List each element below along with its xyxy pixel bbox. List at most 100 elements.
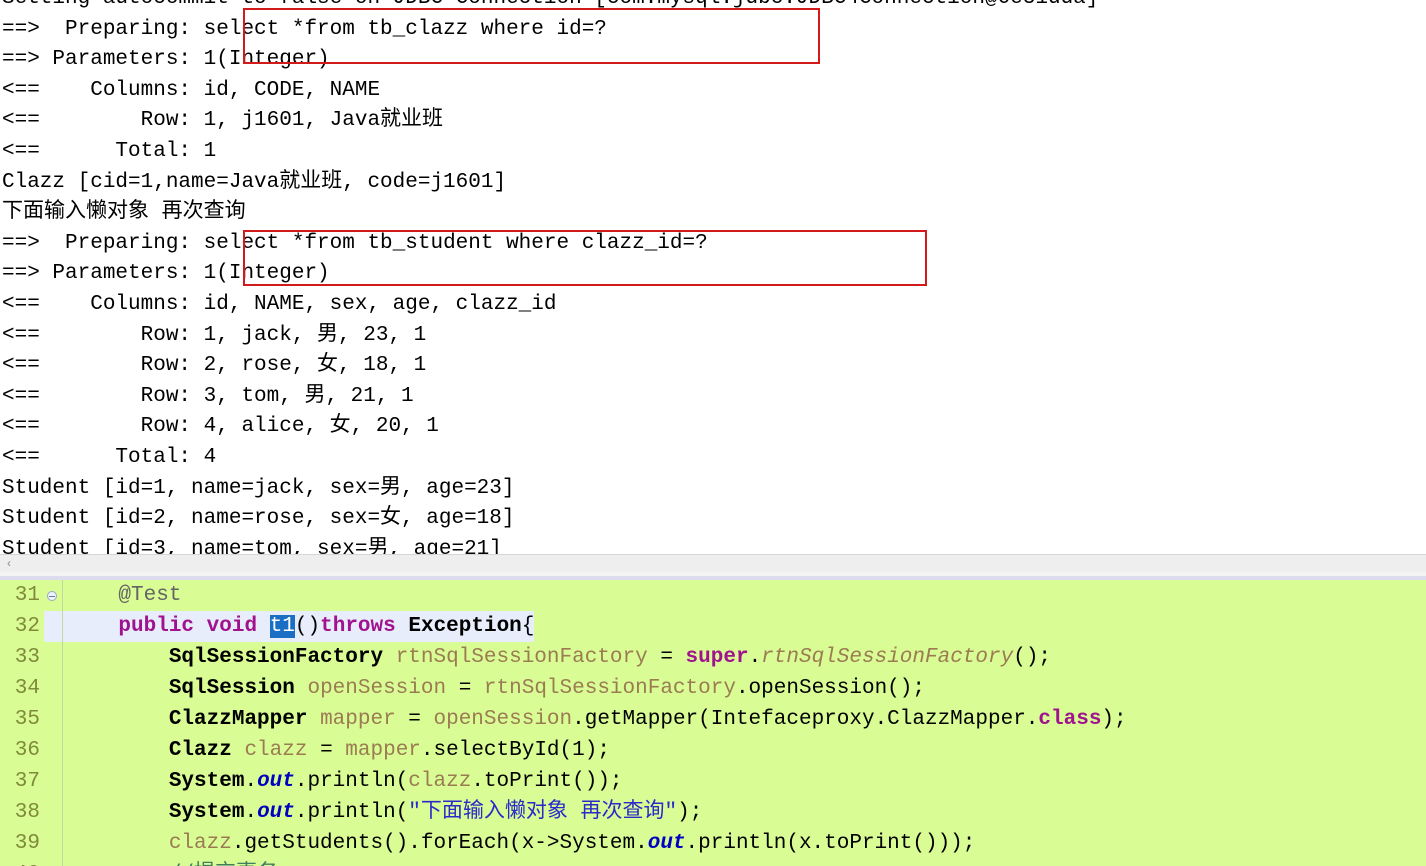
variable-rtnsqlsessionfactory: rtnSqlSessionFactory — [395, 646, 648, 669]
annotation-token: @Test — [68, 584, 182, 607]
code-line[interactable]: 33 SqlSessionFactory rtnSqlSessionFactor… — [0, 642, 1426, 673]
gutter-pad — [44, 735, 62, 766]
console-line: ==> Preparing: select *from tb_clazz whe… — [2, 17, 620, 41]
type-system: System — [168, 801, 245, 824]
field-out: out — [257, 770, 295, 793]
code-text[interactable]: clazz.getStudents().forEach(x->System.ou… — [63, 828, 976, 859]
assign-op: = — [446, 677, 484, 700]
console-line: ==> Preparing: select *from tb_student w… — [2, 231, 721, 255]
type-sqlsession: SqlSession — [168, 677, 295, 700]
variable-mapper-ref: mapper — [345, 739, 421, 762]
line-number[interactable]: 34 — [0, 673, 42, 704]
variable-mapper: mapper — [320, 708, 396, 731]
code-text[interactable]: SqlSession openSession = rtnSqlSessionFa… — [63, 673, 925, 704]
code-line[interactable]: 31 @Test — [0, 580, 1426, 611]
code-line[interactable]: 34 SqlSession openSession = rtnSqlSessio… — [0, 673, 1426, 704]
call-end: ); — [677, 801, 703, 824]
variable-opensession: openSession — [307, 677, 447, 700]
line-number[interactable]: 40 — [0, 859, 42, 866]
console-horizontal-scrollbar[interactable]: ‹ — [0, 554, 1426, 572]
code-editor-pane[interactable]: 31 @Test 32 public void t1()throws Excep… — [0, 580, 1426, 866]
code-line[interactable]: 39 clazz.getStudents().forEach(x->System… — [0, 828, 1426, 859]
console-line: <== Total: 1 — [2, 139, 217, 163]
console-line: <== Row: 3, tom, 男, 21, 1 — [2, 384, 414, 408]
code-line-current[interactable]: 32 public void t1()throws Exception{ — [0, 611, 1426, 642]
selected-method-name[interactable]: t1 — [269, 615, 295, 638]
keyword-super: super — [685, 646, 749, 669]
call-getstudents-foreach: .getStudents().forEach(x->System. — [231, 832, 648, 855]
variable-clazz: clazz — [244, 739, 308, 762]
call-opensession: .openSession(); — [735, 677, 925, 700]
assign-op: = — [307, 739, 346, 762]
scroll-left-arrow-icon[interactable]: ‹ — [2, 556, 16, 571]
console-output-pane[interactable]: Setting autocommit to false on JDBC Conn… — [0, 0, 1426, 554]
field-out: out — [257, 801, 295, 824]
line-number[interactable]: 33 — [0, 642, 42, 673]
console-line: Student [id=1, name=jack, sex=男, age=23] — [2, 476, 515, 500]
gutter-pad — [44, 797, 62, 828]
console-line: <== Total: 4 — [2, 445, 217, 469]
code-text[interactable]: public void t1()throws Exception{ — [63, 611, 535, 642]
type-exception: Exception — [408, 615, 522, 638]
call-selectbyid: .selectById(1); — [420, 739, 610, 762]
console-line: <== Columns: id, NAME, sex, age, clazz_i… — [2, 292, 557, 316]
code-text[interactable]: //提交事务 — [63, 859, 278, 866]
call-println: .println( — [294, 770, 409, 793]
line-number[interactable]: 31 — [0, 580, 42, 611]
console-line: <== Row: 4, alice, 女, 20, 1 — [2, 415, 439, 439]
type-system: System — [168, 770, 245, 793]
call-println: .println( — [294, 801, 409, 824]
gutter-pad — [44, 704, 62, 735]
code-line[interactable]: 38 System.out.println("下面输入懒对象 再次查询"); — [0, 797, 1426, 828]
code-text[interactable]: System.out.println(clazz.toPrint()); — [63, 766, 623, 797]
code-text[interactable]: @Test — [63, 580, 181, 611]
code-line[interactable]: 37 System.out.println(clazz.toPrint()); — [0, 766, 1426, 797]
type-clazzmapper: ClazzMapper — [168, 708, 308, 731]
code-text[interactable]: System.out.println("下面输入懒对象 再次查询"); — [63, 797, 703, 828]
dot: . — [244, 801, 258, 824]
line-number[interactable]: 35 — [0, 704, 42, 735]
code-text[interactable]: Clazz clazz = mapper.selectById(1); — [63, 735, 610, 766]
ide-window: Setting autocommit to false on JDBC Conn… — [0, 0, 1426, 866]
gutter-pad — [44, 828, 62, 859]
field-out: out — [647, 832, 686, 855]
console-line: <== Row: 2, rose, 女, 18, 1 — [2, 354, 427, 378]
console-line: Student [id=3, name=tom, sex=男, age=21] — [2, 537, 502, 554]
keyword-throws: throws — [320, 615, 396, 638]
line-number[interactable]: 38 — [0, 797, 42, 828]
code-line[interactable]: 40 //提交事务 — [0, 859, 1426, 866]
code-text[interactable]: SqlSessionFactory rtnSqlSessionFactory =… — [63, 642, 1051, 673]
variable-clazz-ref: clazz — [408, 770, 472, 793]
console-line: <== Row: 1, jack, 男, 23, 1 — [2, 323, 427, 347]
code-text[interactable]: ClazzMapper mapper = openSession.getMapp… — [63, 704, 1127, 735]
console-line: Student [id=2, name=rose, sex=女, age=18] — [2, 507, 515, 531]
console-line: ==> Parameters: 1(Integer) — [2, 48, 330, 72]
type-clazz: Clazz — [168, 739, 232, 762]
parens: () — [294, 615, 321, 638]
code-line[interactable]: 36 Clazz clazz = mapper.selectById(1); — [0, 735, 1426, 766]
line-number[interactable]: 37 — [0, 766, 42, 797]
call-getmapper: .getMapper(Intefaceproxy.ClazzMapper. — [572, 708, 1039, 731]
brace: { — [521, 615, 535, 638]
console-line: Clazz [cid=1,name=Java就业班, code=j1601] — [2, 170, 507, 194]
line-number[interactable]: 39 — [0, 828, 42, 859]
line-number[interactable]: 36 — [0, 735, 42, 766]
code-line[interactable]: 35 ClazzMapper mapper = openSession.getM… — [0, 704, 1426, 735]
call-println: .println(x.toPrint())); — [685, 832, 976, 855]
variable-clazz-ref: clazz — [168, 832, 232, 855]
gutter-pad — [44, 642, 62, 673]
line-number[interactable]: 32 — [0, 611, 42, 642]
method-rtnsqlsessionfactory: rtnSqlSessionFactory — [761, 646, 1014, 669]
variable-opensession-ref: openSession — [433, 708, 573, 731]
assign-op: = — [395, 708, 434, 731]
console-line: ==> Parameters: 1(Integer) — [2, 262, 330, 286]
